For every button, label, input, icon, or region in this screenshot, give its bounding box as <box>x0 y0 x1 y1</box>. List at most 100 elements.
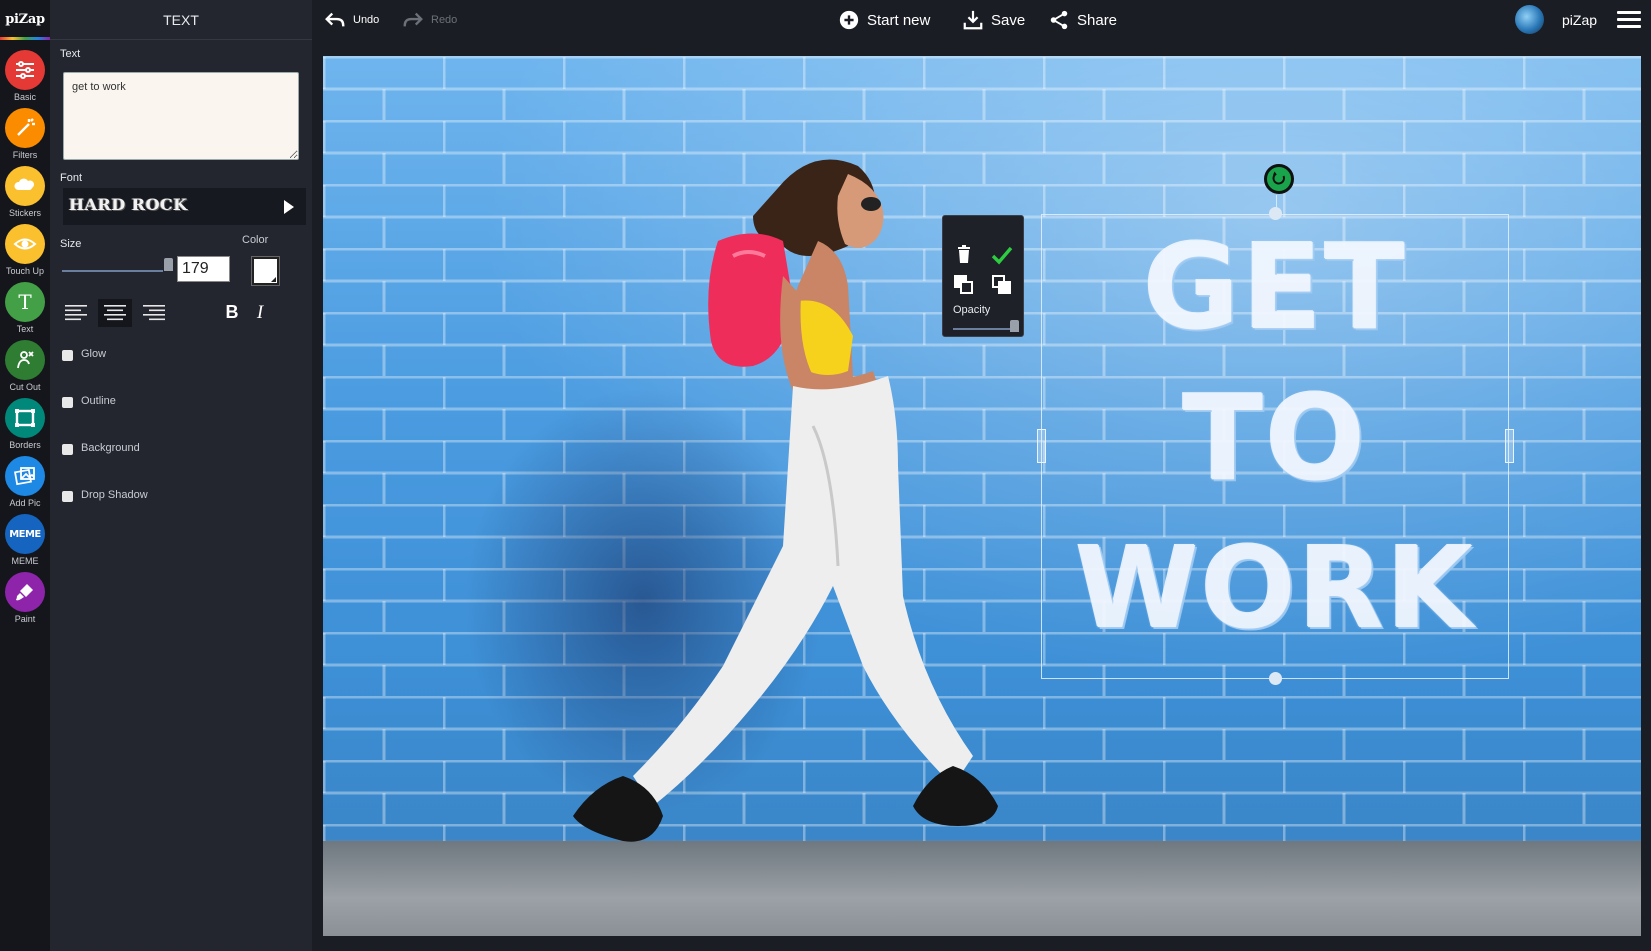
background-checkbox-box[interactable] <box>62 444 73 455</box>
text-t-icon: T <box>5 282 45 322</box>
tool-basic-label: Basic <box>13 92 36 102</box>
text-color-swatch[interactable] <box>251 256 280 286</box>
undo-button[interactable]: Undo <box>324 0 379 40</box>
resize-handle-bottom[interactable] <box>1269 672 1282 685</box>
align-right-button[interactable] <box>137 299 171 327</box>
size-label: Size <box>60 238 82 250</box>
undo-icon <box>325 12 345 27</box>
tool-filters-label: Filters <box>12 150 38 160</box>
save-label: Save <box>991 11 1026 29</box>
resize-handle-right[interactable] <box>1505 429 1514 463</box>
tool-filters[interactable]: Filters <box>0 108 50 168</box>
redo-label: Redo <box>431 14 458 26</box>
italic-button[interactable]: I <box>248 302 272 324</box>
share-icon <box>1050 10 1068 30</box>
meme-text-icon: MEME <box>5 514 45 554</box>
resize-handle-top[interactable] <box>1269 207 1282 220</box>
borders-frame-icon <box>5 398 45 438</box>
tool-text[interactable]: T Text <box>0 282 50 342</box>
play-arrow-icon <box>284 200 294 214</box>
panel-title: TEXT <box>50 0 312 40</box>
tool-rail: piZap Basic Filters Stickers Touch Up T … <box>0 0 50 951</box>
align-center-button[interactable] <box>98 299 132 327</box>
rotate-icon <box>1272 171 1285 185</box>
tool-add-pic-label: Add Pic <box>9 498 41 508</box>
share-button[interactable]: Share <box>1048 0 1117 40</box>
font-label: Font <box>60 172 83 184</box>
tool-text-label: Text <box>16 324 34 334</box>
tool-meme[interactable]: MEME MEME <box>0 514 50 574</box>
pizap-editor: piZap Basic Filters Stickers Touch Up T … <box>0 0 1651 951</box>
meme-icon-text: MEME <box>9 528 41 540</box>
opacity-slider-knob[interactable] <box>1010 320 1019 332</box>
color-dropdown-caret <box>271 277 276 282</box>
text-label: Text <box>60 48 81 60</box>
drop-shadow-checkbox-box[interactable] <box>62 491 73 502</box>
tool-add-pic[interactable]: Add Pic <box>0 456 50 516</box>
align-left-icon <box>65 305 87 321</box>
color-label: Color <box>242 234 269 246</box>
sliders-icon <box>5 50 45 90</box>
checkmark-icon[interactable] <box>991 244 1013 266</box>
hamburger-menu-icon[interactable] <box>1617 11 1641 29</box>
text-object-bounding-box[interactable]: GET TO WORK <box>1041 214 1509 679</box>
align-left-button[interactable] <box>59 299 93 327</box>
magic-wand-icon <box>5 108 45 148</box>
plus-circle-icon <box>839 10 859 30</box>
tool-paint-label: Paint <box>14 614 36 624</box>
font-name-preview: HARD ROCK <box>69 195 188 214</box>
outline-label: Outline <box>81 395 116 407</box>
tool-borders[interactable]: Borders <box>0 398 50 458</box>
username[interactable]: piZap <box>1562 12 1597 28</box>
font-selector[interactable]: HARD ROCK <box>63 188 306 225</box>
bold-button[interactable]: B <box>220 302 244 324</box>
trash-icon[interactable] <box>953 244 975 266</box>
align-right-icon <box>143 305 165 321</box>
tool-borders-label: Borders <box>9 440 41 450</box>
tool-cut-out-label: Cut Out <box>9 382 41 392</box>
canvas-text-line-1: GET <box>1143 218 1407 356</box>
align-center-icon <box>104 305 126 321</box>
tool-meme-label: MEME <box>11 556 39 566</box>
tool-paint[interactable]: Paint <box>0 572 50 632</box>
download-icon <box>963 10 983 30</box>
start-new-label: Start new <box>867 11 931 29</box>
photo-canvas[interactable]: GET TO WORK <box>323 56 1641 936</box>
start-new-button[interactable]: Start new <box>838 0 930 40</box>
drop-shadow-label: Drop Shadow <box>81 489 148 501</box>
logo-color-bar <box>0 37 50 40</box>
canvas-text-line-2: TO <box>1182 369 1368 507</box>
tool-touch-up[interactable]: Touch Up <box>0 224 50 284</box>
tool-stickers-label: Stickers <box>8 208 41 218</box>
text-object-toolbox: Opacity <box>942 215 1024 337</box>
redo-button[interactable]: Redo <box>402 0 457 40</box>
tool-basic[interactable]: Basic <box>0 50 50 110</box>
cutout-person-icon <box>5 340 45 380</box>
paintbrush-icon <box>5 572 45 612</box>
size-slider-knob[interactable] <box>163 258 173 271</box>
tool-stickers[interactable]: Stickers <box>0 166 50 226</box>
tool-touch-up-label: Touch Up <box>5 266 45 276</box>
layer-order-icon[interactable] <box>991 274 1013 296</box>
rotate-handle[interactable] <box>1264 164 1294 194</box>
outline-checkbox-box[interactable] <box>62 397 73 408</box>
glow-checkbox-box[interactable] <box>62 350 73 361</box>
share-label: Share <box>1077 11 1118 29</box>
duplicate-icon[interactable] <box>953 274 975 296</box>
background-label: Background <box>81 442 140 454</box>
size-slider-track[interactable] <box>62 270 163 272</box>
eye-icon <box>5 224 45 264</box>
avatar[interactable] <box>1515 5 1544 34</box>
glow-label: Glow <box>81 348 107 360</box>
save-button[interactable]: Save <box>962 0 1025 40</box>
text-content-input[interactable]: get to work <box>63 72 299 160</box>
size-input[interactable] <box>177 256 230 282</box>
add-picture-icon <box>5 456 45 496</box>
undo-label: Undo <box>353 14 380 26</box>
pizap-logo[interactable]: piZap <box>0 0 50 40</box>
opacity-slider-track[interactable] <box>953 328 1015 330</box>
redo-icon <box>403 12 423 27</box>
tool-cut-out[interactable]: Cut Out <box>0 340 50 400</box>
canvas-text-line-3: WORK <box>1075 524 1475 654</box>
resize-handle-left[interactable] <box>1037 429 1046 463</box>
